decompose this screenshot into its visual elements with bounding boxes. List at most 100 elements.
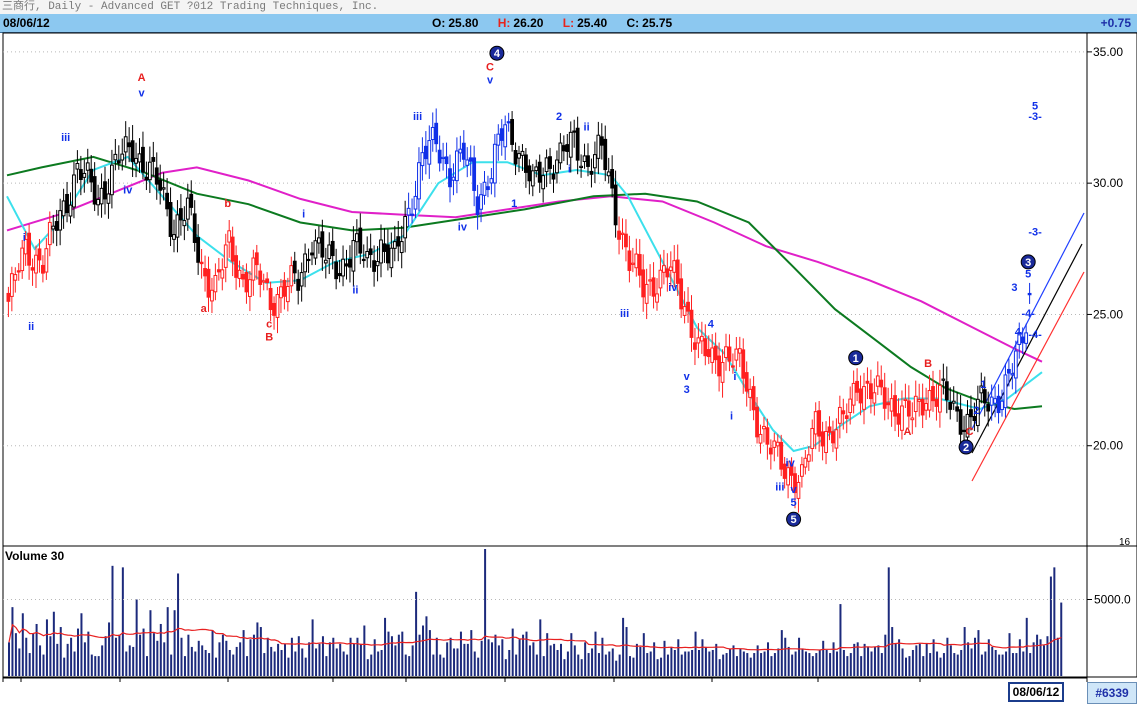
wave-label: c (266, 319, 272, 331)
volume-bar (1053, 567, 1056, 676)
volume-bar (687, 651, 690, 676)
volume-bar (459, 631, 462, 676)
circled-wave-label: 1 (848, 350, 864, 366)
wave-label: i (733, 371, 736, 383)
symbol-id-box[interactable]: #6339 (1087, 682, 1137, 704)
volume-bar (532, 642, 535, 676)
window-title-bar[interactable]: 三商行, Daily - Advanced GET ?012 Trading T… (0, 0, 1137, 14)
volume-bar (846, 656, 849, 676)
volume-bar (894, 643, 897, 676)
volume-bar (18, 648, 21, 676)
price-pane (2, 32, 1088, 547)
wave-label: 1 (511, 198, 517, 210)
volume-bar (873, 646, 876, 676)
wave-label: iii (61, 132, 70, 144)
volume-bar (735, 656, 738, 676)
volume-pane (2, 545, 1088, 678)
volume-bar (304, 657, 307, 676)
volume-bar (597, 653, 600, 676)
price-chart[interactable]: AviiiiiiivbacBiiiiiiivCv12iiiiviii4v3iii… (0, 32, 1137, 682)
circled-wave-number: 1 (853, 353, 859, 365)
volume-bar (701, 639, 704, 676)
volume-bar (798, 637, 801, 676)
price-change: +0.75 (1100, 16, 1131, 30)
volume-bar (380, 649, 383, 676)
volume-bar (642, 633, 645, 676)
wave-label: 2 (556, 111, 562, 123)
volume-bar (666, 654, 669, 676)
volume-bar (63, 657, 66, 676)
volume-bar (646, 653, 649, 676)
volume-bar (794, 651, 797, 676)
volume-bar (252, 634, 255, 676)
low-label: L: (562, 16, 575, 30)
volume-bar (11, 607, 14, 676)
volume-bar (773, 653, 776, 676)
volume-bar (635, 643, 638, 676)
volume-bar (111, 565, 114, 676)
circled-wave-label: 3 (1020, 254, 1036, 270)
volume-bar (929, 653, 932, 676)
volume-bar (339, 643, 342, 676)
volume-bar (463, 643, 466, 676)
volume-bar (870, 651, 873, 676)
wave-label: ii (584, 122, 590, 134)
volume-bar (32, 633, 35, 676)
volume-bar (163, 642, 166, 676)
wave-label: 1 (980, 379, 986, 391)
volume-bar (270, 646, 273, 676)
volume-bar (246, 656, 249, 676)
volume-bar (911, 649, 914, 676)
volume-bar (649, 651, 652, 676)
volume-bar (815, 653, 818, 676)
volume-bar (932, 639, 935, 676)
volume-bar (946, 637, 949, 676)
volume-bar (825, 649, 828, 676)
volume-bar (156, 640, 159, 676)
volume-bar (411, 645, 414, 676)
wave-label: -3- (1028, 227, 1042, 239)
volume-bar (742, 651, 745, 676)
volume-bar (525, 631, 528, 676)
volume-bar (370, 654, 373, 676)
volume-bar (266, 637, 269, 676)
volume-bar (684, 651, 687, 676)
volume-bar (128, 645, 131, 676)
volume-bar (901, 648, 904, 676)
volume-bar (477, 657, 480, 676)
volume-bar (594, 631, 597, 676)
volume-bar (905, 657, 907, 676)
price-tick-label: 25.00 (1093, 307, 1123, 321)
volume-bar (446, 642, 449, 676)
volume-bar (953, 653, 956, 676)
volume-bar (863, 643, 866, 676)
volume-bar (604, 654, 607, 676)
volume-bar (977, 630, 980, 676)
volume-bar (936, 651, 939, 676)
volume-bar (8, 642, 10, 676)
wave-label: v (138, 88, 145, 100)
volume-bar (918, 643, 921, 676)
volume-bar (249, 639, 252, 676)
volume-bar (784, 637, 787, 676)
open-value: 25.80 (448, 16, 479, 30)
volume-bar (922, 656, 925, 676)
volume-bar (811, 656, 814, 676)
volume-bar (80, 613, 83, 676)
volume-bar (415, 591, 418, 676)
volume-bar (832, 642, 835, 676)
volume-bar (1011, 653, 1014, 676)
volume-bar (725, 653, 728, 676)
volume-bar (887, 567, 890, 676)
volume-bar (480, 640, 483, 676)
volume-bar (739, 648, 742, 676)
circled-wave-number: 3 (1025, 257, 1031, 269)
volume-bar (704, 646, 707, 676)
volume-bar (877, 645, 880, 676)
wave-label: A (138, 72, 146, 84)
volume-bar (232, 654, 235, 676)
volume-bar (197, 640, 200, 676)
volume-axis-panel (1086, 545, 1137, 678)
volume-bar (256, 622, 259, 676)
volume-bar (732, 645, 735, 676)
